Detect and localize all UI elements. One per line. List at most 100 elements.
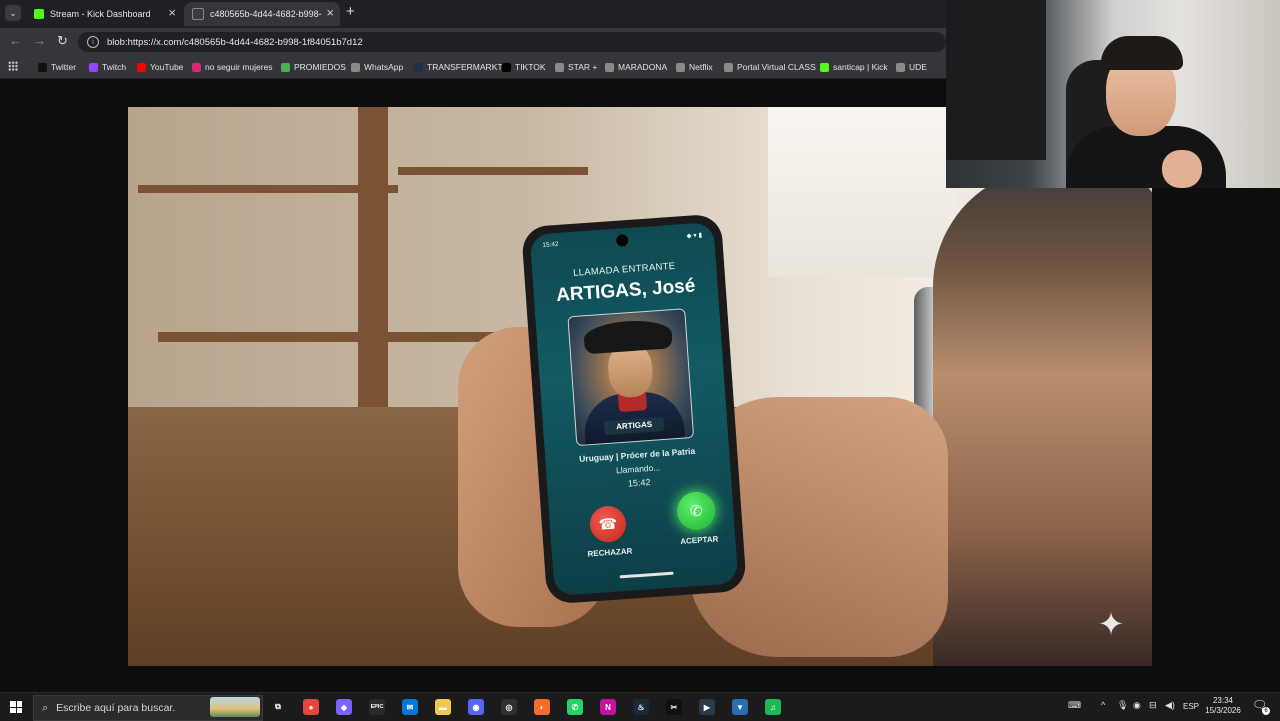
bookmark-label: Twitter xyxy=(51,62,77,72)
bookmark-no-seguir-mujeres[interactable]: no seguir mujeres xyxy=(192,60,273,74)
bookmark-label: MARADONA xyxy=(618,62,668,72)
bookmark-transfermarkt[interactable]: TRANSFERMARKT xyxy=(414,60,503,74)
tab-search-button[interactable]: ⌄ xyxy=(5,5,21,21)
clock-date: 15/3/2026 xyxy=(1205,706,1241,715)
new-tab-button[interactable]: + xyxy=(346,4,355,20)
decline-label: RECHAZAR xyxy=(587,546,633,559)
spotify-icon[interactable]: ♫ xyxy=(765,699,781,715)
tab-title: Stream - Kick Dashboard xyxy=(50,9,151,19)
back-icon[interactable]: ← xyxy=(9,34,22,48)
decline-call-button: ☎ xyxy=(588,504,628,544)
reload-icon[interactable]: ↻ xyxy=(57,34,68,48)
bookmark-star[interactable]: STAR + xyxy=(555,60,597,74)
globe-icon xyxy=(724,62,733,72)
twitch-icon xyxy=(89,62,98,72)
bookmark-label: no seguir mujeres xyxy=(205,62,273,72)
obs-icon[interactable]: ◎ xyxy=(501,699,517,715)
vpn-icon[interactable]: ▼ xyxy=(732,699,748,715)
background-monitor xyxy=(946,0,1046,160)
incoming-call-screen: 15:42 ◆ ▾ ▮ LLAMADA ENTRANTE ARTIGAS, Jo… xyxy=(529,222,739,596)
phone-icon: ✆ xyxy=(689,502,704,521)
steam-icon[interactable]: ♨ xyxy=(633,699,649,715)
whatsapp-icon[interactable]: ✆ xyxy=(567,699,583,715)
system-clock[interactable]: 23:34 15/3/2026 xyxy=(1200,696,1246,716)
bookmark-santicap-kick[interactable]: santicap | Kick xyxy=(820,60,888,74)
windows-taskbar: ⌕ Escribe aquí para buscar. ⧉ ● ◆ EPIC ✉ ▬ ◉ ◎ ◐… xyxy=(0,692,1280,721)
gemini-sparkle-icon: ✦ xyxy=(1097,606,1125,642)
globe-icon xyxy=(676,62,685,72)
home-indicator xyxy=(619,571,674,578)
kick-icon xyxy=(820,62,829,72)
streamer-hair xyxy=(1101,36,1183,70)
copilot-icon[interactable]: ◆ xyxy=(336,699,352,715)
bookmark-twitter[interactable]: Twitter xyxy=(38,60,76,74)
keyboard-icon[interactable]: ⌨ xyxy=(1068,700,1081,711)
forward-icon[interactable]: → xyxy=(33,34,46,48)
youtube-icon xyxy=(137,62,146,72)
search-placeholder: Escribe aquí para buscar. xyxy=(56,702,176,714)
volume-icon[interactable]: ◀) xyxy=(1165,700,1175,711)
accept-label: ACEPTAR xyxy=(680,534,719,547)
onenote-icon[interactable]: N xyxy=(600,699,616,715)
bicorne-hat xyxy=(582,318,673,355)
bookmark-label: Twitch xyxy=(102,62,127,72)
x-icon xyxy=(192,8,204,20)
phone-hangup-icon: ☎ xyxy=(598,515,618,534)
chrome-icon[interactable]: ● xyxy=(303,699,319,715)
bookmark-label: UDE xyxy=(909,62,927,72)
bookmark-tiktok[interactable]: TIKTOK xyxy=(502,60,546,74)
file-explorer-icon[interactable]: ▬ xyxy=(435,699,451,715)
bookmark-whatsapp[interactable]: WhatsApp xyxy=(351,60,403,74)
close-tab-icon[interactable]: × xyxy=(168,6,176,20)
camera-notch xyxy=(615,234,629,247)
bookmark-portal-virtual-class[interactable]: Portal Virtual CLASS xyxy=(724,60,816,74)
phone-status-icons: ◆ ▾ ▮ xyxy=(686,231,703,240)
language-indicator[interactable]: ESP xyxy=(1183,702,1199,711)
close-tab-icon[interactable]: × xyxy=(326,6,334,20)
tab-kick-dashboard[interactable]: Stream - Kick Dashboard × xyxy=(26,2,182,26)
promiedos-icon xyxy=(281,62,290,72)
microphone-icon[interactable]: 🎙 xyxy=(1117,700,1128,711)
search-icon: ⌕ xyxy=(42,701,49,714)
network-icon[interactable]: ⊟ xyxy=(1149,700,1157,711)
notification-count-badge: 6 xyxy=(1262,707,1270,715)
caller-portrait: ARTIGAS xyxy=(567,308,695,447)
apps-grid-icon[interactable] xyxy=(8,61,18,71)
x-icon xyxy=(38,62,47,72)
site-info-icon[interactable]: i xyxy=(87,36,99,48)
mail-icon[interactable]: ✉ xyxy=(402,699,418,715)
editor-icon[interactable]: ▶ xyxy=(699,699,715,715)
show-hidden-icons-icon[interactable]: ^ xyxy=(1101,700,1105,710)
address-bar[interactable]: i blob:https://x.com/c480565b-4d44-4682-… xyxy=(78,32,946,52)
origin-icon[interactable]: ◐ xyxy=(534,699,550,715)
globe-icon xyxy=(351,62,360,72)
bookmark-ude[interactable]: UDE xyxy=(896,60,927,74)
room-window xyxy=(768,107,948,277)
tab-title: c480565b-4d44-4682-b998-1f8 xyxy=(210,9,322,19)
globe-icon xyxy=(896,62,905,72)
bookmark-promiedos[interactable]: PROMIEDOS xyxy=(281,60,346,74)
bookmark-label: TRANSFERMARKT xyxy=(427,62,503,72)
bookmark-label: YouTube xyxy=(150,62,184,72)
camera-icon[interactable]: ◉ xyxy=(1133,700,1141,711)
epic-games-icon[interactable]: EPIC xyxy=(369,699,385,715)
address-text[interactable]: blob:https://x.com/c480565b-4d44-4682-b9… xyxy=(107,37,363,48)
bookmark-maradona[interactable]: MARADONA xyxy=(605,60,667,74)
bookmark-label: Netflix xyxy=(689,62,713,72)
taskbar-search-box[interactable]: ⌕ Escribe aquí para buscar. xyxy=(33,695,263,721)
ai-generated-image: 15:42 ◆ ▾ ▮ LLAMADA ENTRANTE ARTIGAS, Jo… xyxy=(128,107,1152,666)
tiktok-icon xyxy=(502,62,511,72)
bookmark-netflix[interactable]: Netflix xyxy=(676,60,713,74)
smartphone: 15:42 ◆ ▾ ▮ LLAMADA ENTRANTE ARTIGAS, Jo… xyxy=(521,213,747,605)
windows-start-icon[interactable] xyxy=(10,701,22,713)
discord-icon[interactable]: ◉ xyxy=(468,699,484,715)
task-view-icon[interactable]: ⧉ xyxy=(270,699,286,715)
man-silhouette xyxy=(933,167,1152,666)
bookmark-twitch[interactable]: Twitch xyxy=(89,60,126,74)
instagram-icon xyxy=(192,62,201,72)
globe-icon xyxy=(555,62,564,72)
tab-blob-image[interactable]: c480565b-4d44-4682-b998-1f8 × xyxy=(184,2,340,26)
bookmark-youtube[interactable]: YouTube xyxy=(137,60,183,74)
capcut-icon[interactable]: ✂ xyxy=(666,699,682,715)
bookmark-label: WhatsApp xyxy=(364,62,404,72)
